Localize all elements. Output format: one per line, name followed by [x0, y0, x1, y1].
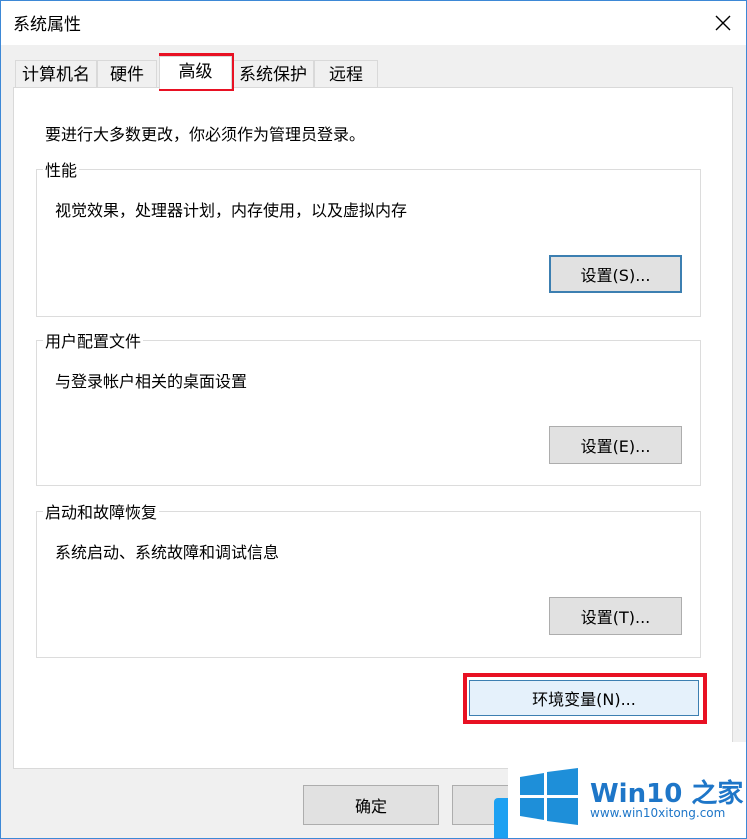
- advanced-tab-panel: 要进行大多数更改，你必须作为管理员登录。 性能 视觉效果，处理器计划，内存使用，…: [13, 87, 733, 769]
- performance-description: 视觉效果，处理器计划，内存使用，以及虚拟内存: [55, 201, 408, 220]
- ok-button[interactable]: 确定: [303, 785, 439, 825]
- user-profiles-description: 与登录帐户相关的桌面设置: [55, 372, 248, 391]
- close-button[interactable]: [700, 1, 746, 45]
- environment-variables-button[interactable]: 环境变量(N)...: [469, 680, 699, 716]
- tab-computer-name[interactable]: 计算机名: [15, 60, 97, 88]
- tab-remote[interactable]: 远程: [314, 60, 378, 88]
- startup-recovery-description: 系统启动、系统故障和调试信息: [55, 543, 280, 562]
- admin-note: 要进行大多数更改，你必须作为管理员登录。: [45, 125, 366, 144]
- watermark: Win10 之家 www.win10xitong.com: [508, 742, 746, 838]
- watermark-brand: Win10 之家: [590, 779, 744, 809]
- startup-recovery-settings-button[interactable]: 设置(T)...: [549, 597, 682, 635]
- system-properties-window: 系统属性 计算机名 硬件 高级 系统保护 远程 要进行大多数更改，你必须作为管理…: [0, 0, 747, 839]
- performance-settings-button[interactable]: 设置(S)...: [549, 255, 682, 293]
- title-bar[interactable]: 系统属性: [1, 1, 746, 45]
- tab-hardware[interactable]: 硬件: [97, 60, 157, 88]
- watermark-url: www.win10xitong.com: [590, 806, 726, 820]
- user-profiles-title: 用户配置文件: [43, 328, 144, 352]
- startup-recovery-group: 启动和故障恢复 系统启动、系统故障和调试信息 设置(T)...: [36, 499, 701, 658]
- performance-group: 性能 视觉效果，处理器计划，内存使用，以及虚拟内存 设置(S)...: [36, 157, 701, 317]
- performance-title: 性能: [43, 157, 80, 181]
- tab-system-protection[interactable]: 系统保护: [232, 60, 314, 88]
- tab-advanced[interactable]: 高级: [159, 56, 232, 89]
- user-profiles-settings-button[interactable]: 设置(E)...: [549, 426, 682, 464]
- close-icon: [715, 15, 731, 31]
- windows-logo-icon: [520, 768, 578, 825]
- user-profiles-group: 用户配置文件 与登录帐户相关的桌面设置 设置(E)...: [36, 328, 701, 486]
- window-title: 系统属性: [13, 15, 81, 35]
- startup-recovery-title: 启动和故障恢复: [43, 499, 160, 523]
